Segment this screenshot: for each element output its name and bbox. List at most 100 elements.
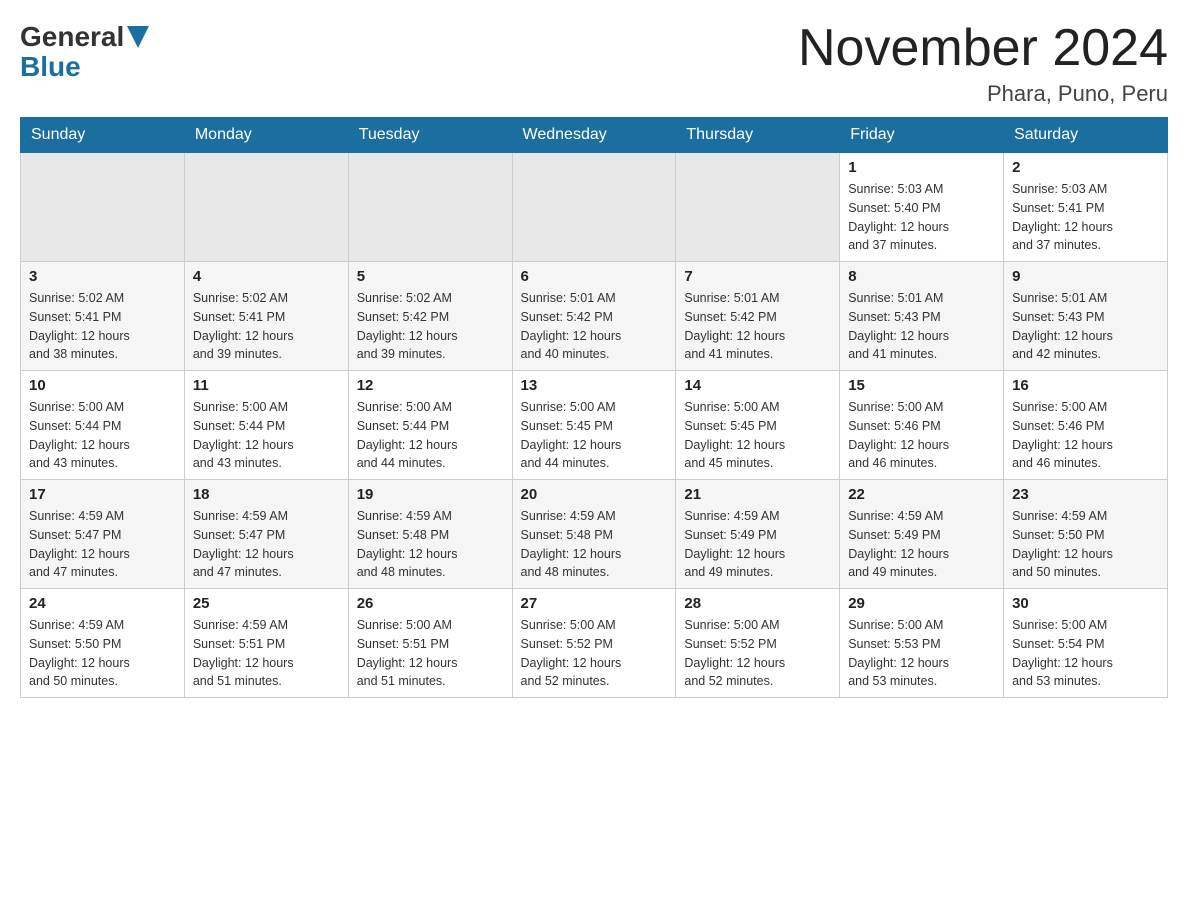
subtitle: Phara, Puno, Peru [798,81,1168,107]
logo-general: General [20,21,124,53]
day-info: Sunrise: 4:59 AM Sunset: 5:49 PM Dayligh… [848,507,995,582]
logo-arrow-icon [127,26,149,48]
day-info: Sunrise: 5:02 AM Sunset: 5:41 PM Dayligh… [29,289,176,364]
day-info: Sunrise: 5:02 AM Sunset: 5:42 PM Dayligh… [357,289,504,364]
day-number: 16 [1012,377,1159,394]
day-number: 9 [1012,268,1159,285]
day-number: 24 [29,595,176,612]
page-header: General Blue November 2024 Phara, Puno, … [20,20,1168,107]
day-info: Sunrise: 5:00 AM Sunset: 5:51 PM Dayligh… [357,616,504,691]
calendar-week-row: 24 Sunrise: 4:59 AM Sunset: 5:50 PM Dayli… [21,589,1168,698]
day-info: Sunrise: 5:01 AM Sunset: 5:43 PM Dayligh… [848,289,995,364]
calendar-cell: 22 Sunrise: 4:59 AM Sunset: 5:49 PM Dayli… [840,480,1004,589]
calendar-cell: 14 Sunrise: 5:00 AM Sunset: 5:45 PM Dayli… [676,371,840,480]
calendar-cell: 11Sunrise: 5:00 AM Sunset: 5:44 PM Dayli… [184,371,348,480]
calendar-week-row: 3 Sunrise: 5:02 AM Sunset: 5:41 PM Daylig… [21,262,1168,371]
calendar-header-sunday: Sunday [21,118,185,153]
day-number: 14 [684,377,831,394]
calendar-cell [676,153,840,262]
day-info: Sunrise: 4:59 AM Sunset: 5:48 PM Dayligh… [521,507,668,582]
day-info: Sunrise: 5:00 AM Sunset: 5:45 PM Dayligh… [684,398,831,473]
day-info: Sunrise: 5:00 AM Sunset: 5:52 PM Dayligh… [521,616,668,691]
calendar-week-row: 17Sunrise: 4:59 AM Sunset: 5:47 PM Dayli… [21,480,1168,589]
day-number: 12 [357,377,504,394]
calendar-cell: 26Sunrise: 5:00 AM Sunset: 5:51 PM Dayli… [348,589,512,698]
day-number: 25 [193,595,340,612]
calendar-cell [184,153,348,262]
day-number: 15 [848,377,995,394]
calendar-cell [21,153,185,262]
day-info: Sunrise: 5:00 AM Sunset: 5:46 PM Dayligh… [1012,398,1159,473]
calendar-header-friday: Friday [840,118,1004,153]
day-info: Sunrise: 5:01 AM Sunset: 5:42 PM Dayligh… [521,289,668,364]
day-number: 21 [684,486,831,503]
calendar-cell: 28Sunrise: 5:00 AM Sunset: 5:52 PM Dayli… [676,589,840,698]
day-number: 30 [1012,595,1159,612]
day-info: Sunrise: 5:02 AM Sunset: 5:41 PM Dayligh… [193,289,340,364]
calendar-cell: 4 Sunrise: 5:02 AM Sunset: 5:41 PM Daylig… [184,262,348,371]
day-number: 5 [357,268,504,285]
calendar-cell: 20 Sunrise: 4:59 AM Sunset: 5:48 PM Dayli… [512,480,676,589]
day-number: 20 [521,486,668,503]
calendar-cell: 10Sunrise: 5:00 AM Sunset: 5:44 PM Dayli… [21,371,185,480]
day-info: Sunrise: 4:59 AM Sunset: 5:50 PM Dayligh… [29,616,176,691]
calendar-header-tuesday: Tuesday [348,118,512,153]
calendar-cell: 25Sunrise: 4:59 AM Sunset: 5:51 PM Dayli… [184,589,348,698]
calendar-cell: 12 Sunrise: 5:00 AM Sunset: 5:44 PM Dayli… [348,371,512,480]
calendar-header-thursday: Thursday [676,118,840,153]
calendar-cell: 30 Sunrise: 5:00 AM Sunset: 5:54 PM Dayli… [1004,589,1168,698]
calendar-cell: 6 Sunrise: 5:01 AM Sunset: 5:42 PM Daylig… [512,262,676,371]
day-info: Sunrise: 5:00 AM Sunset: 5:45 PM Dayligh… [521,398,668,473]
calendar-week-row: 10 Sunrise: 5:00 AM Sunset: 5:44 PM Dayli… [21,371,1168,480]
day-number: 10 [29,377,176,394]
calendar-cell: 13Sunrise: 5:00 AM Sunset: 5:45 PM Dayli… [512,371,676,480]
calendar-cell: 24 Sunrise: 4:59 AM Sunset: 5:50 PM Dayli… [21,589,185,698]
day-info: Sunrise: 5:00 AM Sunset: 5:54 PM Dayligh… [1012,616,1159,691]
calendar-cell: 7 Sunrise: 5:01 AM Sunset: 5:42 PM Daylig… [676,262,840,371]
calendar-cell: 23 Sunrise: 4:59 AM Sunset: 5:50 PM Dayli… [1004,480,1168,589]
calendar-header-monday: Monday [184,118,348,153]
day-info: Sunrise: 5:03 AM Sunset: 5:41 PM Dayligh… [1012,180,1159,255]
day-info: Sunrise: 5:00 AM Sunset: 5:46 PM Dayligh… [848,398,995,473]
day-info: Sunrise: 4:59 AM Sunset: 5:48 PM Dayligh… [357,507,504,582]
logo-blue: Blue [20,51,149,83]
day-number: 22 [848,486,995,503]
calendar-cell: 3 Sunrise: 5:02 AM Sunset: 5:41 PM Daylig… [21,262,185,371]
day-number: 6 [521,268,668,285]
logo: General Blue [20,20,149,83]
day-number: 3 [29,268,176,285]
day-info: Sunrise: 5:01 AM Sunset: 5:42 PM Dayligh… [684,289,831,364]
main-title: November 2024 [798,20,1168,77]
calendar-cell [512,153,676,262]
title-block: November 2024 Phara, Puno, Peru [798,20,1168,107]
day-info: Sunrise: 5:00 AM Sunset: 5:52 PM Dayligh… [684,616,831,691]
calendar-cell: 27 Sunrise: 5:00 AM Sunset: 5:52 PM Dayli… [512,589,676,698]
calendar-cell: 19Sunrise: 4:59 AM Sunset: 5:48 PM Dayli… [348,480,512,589]
day-info: Sunrise: 5:00 AM Sunset: 5:44 PM Dayligh… [357,398,504,473]
calendar-cell: 18Sunrise: 4:59 AM Sunset: 5:47 PM Dayli… [184,480,348,589]
calendar-table: SundayMondayTuesdayWednesdayThursdayFrid… [20,117,1168,698]
calendar-cell: 2 Sunrise: 5:03 AM Sunset: 5:41 PM Daylig… [1004,153,1168,262]
calendar-header-saturday: Saturday [1004,118,1168,153]
day-number: 29 [848,595,995,612]
day-number: 27 [521,595,668,612]
day-number: 4 [193,268,340,285]
calendar-cell: 29Sunrise: 5:00 AM Sunset: 5:53 PM Dayli… [840,589,1004,698]
calendar-week-row: 1Sunrise: 5:03 AM Sunset: 5:40 PM Daylig… [21,153,1168,262]
day-info: Sunrise: 4:59 AM Sunset: 5:50 PM Dayligh… [1012,507,1159,582]
day-info: Sunrise: 5:01 AM Sunset: 5:43 PM Dayligh… [1012,289,1159,364]
calendar-header-row: SundayMondayTuesdayWednesdayThursdayFrid… [21,118,1168,153]
day-number: 2 [1012,159,1159,176]
calendar-cell: 8Sunrise: 5:01 AM Sunset: 5:43 PM Daylig… [840,262,1004,371]
calendar-cell: 5 Sunrise: 5:02 AM Sunset: 5:42 PM Daylig… [348,262,512,371]
day-info: Sunrise: 5:03 AM Sunset: 5:40 PM Dayligh… [848,180,995,255]
calendar-cell [348,153,512,262]
day-info: Sunrise: 4:59 AM Sunset: 5:47 PM Dayligh… [29,507,176,582]
calendar-cell: 16 Sunrise: 5:00 AM Sunset: 5:46 PM Dayli… [1004,371,1168,480]
day-info: Sunrise: 5:00 AM Sunset: 5:44 PM Dayligh… [193,398,340,473]
calendar-cell: 9 Sunrise: 5:01 AM Sunset: 5:43 PM Daylig… [1004,262,1168,371]
calendar-cell: 15 Sunrise: 5:00 AM Sunset: 5:46 PM Dayli… [840,371,1004,480]
day-number: 23 [1012,486,1159,503]
day-number: 7 [684,268,831,285]
day-info: Sunrise: 4:59 AM Sunset: 5:49 PM Dayligh… [684,507,831,582]
